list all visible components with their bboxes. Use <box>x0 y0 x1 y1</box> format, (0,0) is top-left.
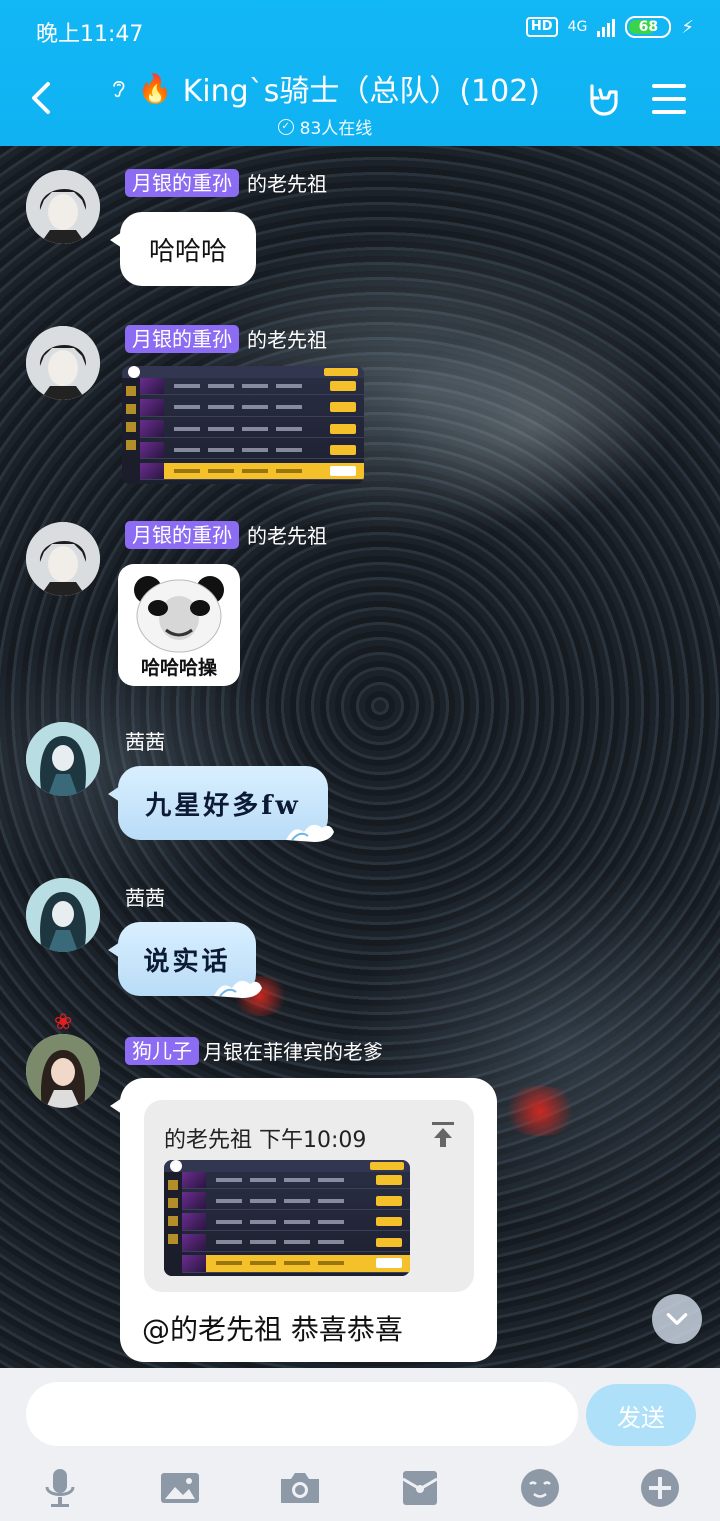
sticker-caption: 哈哈哈操 <box>140 657 217 679</box>
emoji-button[interactable] <box>518 1466 562 1510</box>
online-check-icon: ✓ <box>277 118 294 135</box>
message-bubble[interactable]: 九星好多fw <box>108 766 334 842</box>
quoted-message[interactable]: 的老先祖 下午10:09 <box>144 1100 474 1292</box>
camera-icon <box>281 1473 319 1503</box>
avatar-anime-boy-icon <box>26 170 100 244</box>
background-glow <box>500 1086 580 1136</box>
mic-button[interactable] <box>38 1466 82 1510</box>
network-label: 4G <box>567 19 588 35</box>
sender-name: 月银在菲律宾的老爹 <box>203 1040 383 1064</box>
sender-name: 的老先祖 <box>247 524 327 548</box>
avatar[interactable] <box>26 1034 100 1108</box>
game-screenshot-image[interactable] <box>122 366 364 484</box>
flower-decoration-icon: ❀ <box>54 1010 73 1035</box>
status-time: 晚上11:47 <box>36 22 144 47</box>
message-text: 说实话 <box>143 946 231 977</box>
member-title-badge: 月银的重孙 <box>125 168 239 197</box>
ear-icon <box>113 81 125 98</box>
image-button[interactable] <box>158 1466 202 1510</box>
avatar-girl-icon <box>26 878 100 952</box>
avatar-anime-boy-icon <box>26 326 100 400</box>
plus-icon <box>641 1469 679 1507</box>
member-title-badge: 月银的重孙 <box>125 324 239 353</box>
quoted-game-screenshot-image[interactable] <box>164 1160 410 1276</box>
chat-title-area[interactable]: 🔥 King`s骑士（总队）(102) ✓ 83人在线 <box>110 66 540 139</box>
image-icon <box>161 1473 199 1503</box>
rock-hand-button[interactable] <box>584 80 622 118</box>
message-input[interactable] <box>26 1382 578 1446</box>
wave-decoration-icon <box>214 980 262 998</box>
panda-sticker[interactable]: 哈哈哈操 <box>118 564 240 686</box>
message-bubble[interactable]: 说实话 <box>108 922 262 998</box>
avatar[interactable] <box>26 170 100 244</box>
menu-button[interactable] <box>652 84 686 114</box>
scroll-to-bottom-button[interactable] <box>652 1294 702 1344</box>
avatar[interactable] <box>26 326 100 400</box>
avatar[interactable] <box>26 522 100 596</box>
chevron-down-icon <box>666 1313 688 1325</box>
member-title-badge: 狗儿子 <box>125 1036 199 1065</box>
quote-header: 的老先祖 下午10:09 <box>164 1128 367 1153</box>
online-count: 83人在线 <box>299 119 373 139</box>
red-packet-button[interactable] <box>398 1466 442 1510</box>
battery-icon: 68 <box>625 16 672 38</box>
top-bar: 晚上11:47 HD 4G 68 ⚡ 🔥 King`s骑士（总队）(102) ✓… <box>0 0 720 146</box>
reply-message-bubble[interactable]: 的老先祖 下午10:09 @的老先祖 恭喜恭喜 <box>110 1078 497 1362</box>
sender-name: 的老先祖 <box>247 172 327 196</box>
signal-icon <box>597 17 616 37</box>
jump-to-top-icon[interactable] <box>430 1120 456 1148</box>
emoji-icon <box>521 1469 559 1507</box>
camera-button[interactable] <box>278 1466 322 1510</box>
status-icons: HD 4G 68 ⚡ <box>525 16 694 38</box>
fire-icon: 🔥 <box>137 71 173 105</box>
avatar-anime-boy-icon <box>26 522 100 596</box>
message-bubble[interactable]: 哈哈哈 <box>110 212 256 286</box>
sender-name: 的老先祖 <box>247 328 327 352</box>
rock-hand-icon <box>590 84 618 116</box>
back-button[interactable] <box>26 78 56 118</box>
sender-name: 茜茜 <box>125 730 165 754</box>
reply-text: @的老先祖 恭喜恭喜 <box>142 1313 403 1346</box>
send-button[interactable]: 发送 <box>586 1384 696 1446</box>
chat-area[interactable]: 月银的重孙 的老先祖 哈哈哈 月银的重孙 的老先祖 月银的重孙 的老先祖 哈哈哈… <box>0 146 720 1368</box>
composer: 发送 <box>0 1368 720 1521</box>
wave-decoration-icon <box>286 824 334 842</box>
red-packet-icon <box>402 1471 438 1505</box>
mic-icon <box>45 1469 75 1507</box>
avatar[interactable] <box>26 722 100 796</box>
member-title-badge: 月银的重孙 <box>125 520 239 549</box>
avatar[interactable] <box>26 878 100 952</box>
hd-badge: HD <box>525 17 558 37</box>
group-title: King`s骑士（总队）(102) <box>182 74 540 109</box>
chevron-left-icon <box>32 82 50 114</box>
composer-toolbar <box>0 1458 720 1514</box>
message-text: 九星好多fw <box>145 790 301 821</box>
battery-level: 68 <box>638 19 659 35</box>
plus-button[interactable] <box>638 1466 682 1510</box>
avatar-photo-icon <box>26 1034 100 1108</box>
sender-name: 茜茜 <box>125 886 165 910</box>
charging-icon: ⚡ <box>681 16 694 38</box>
avatar-girl-icon <box>26 722 100 796</box>
